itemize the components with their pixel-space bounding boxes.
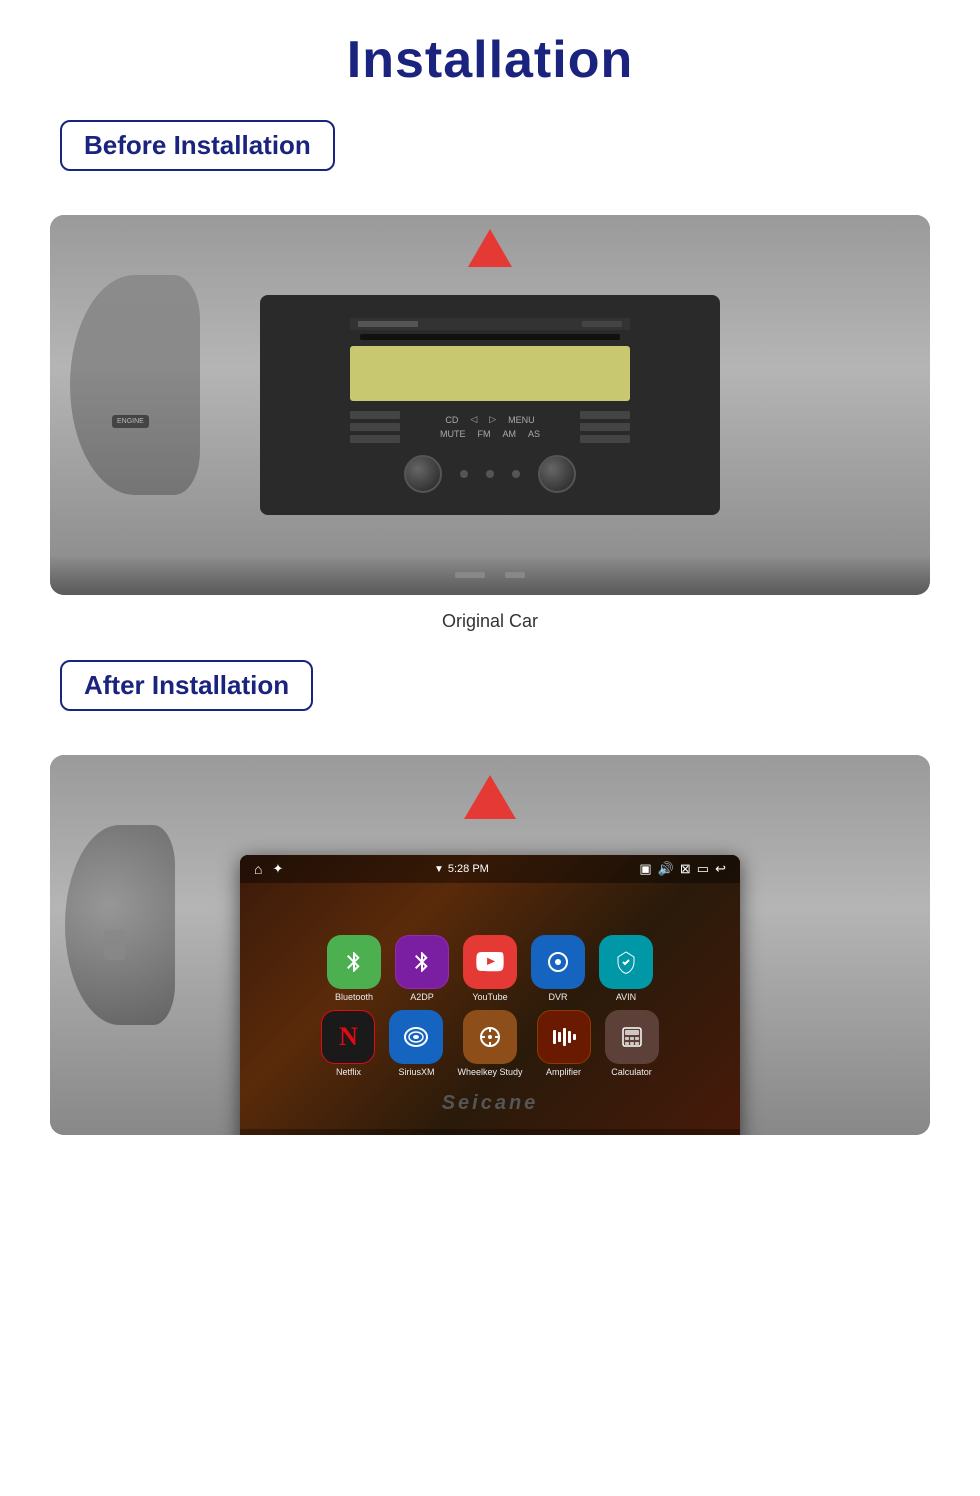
old-radio-unit: CD ◁ ▷ MENU MUTE FM AM AS: [260, 295, 720, 515]
amplifier-icon: [537, 1010, 591, 1064]
amplifier-label: Amplifier: [546, 1067, 581, 1077]
siriusxm-icon: [389, 1010, 443, 1064]
status-icons: ▣ 🔊 ⊠ ▭ ↩: [639, 861, 726, 877]
nav-icon-5[interactable]: RST: [655, 1135, 681, 1136]
bluetooth-label: Bluetooth: [335, 992, 373, 1002]
hazard-triangle-before: [468, 229, 512, 267]
sound-icon: 🔊: [658, 861, 674, 877]
back-icon: ↩: [715, 861, 726, 877]
app-siriusxm[interactable]: SiriusXM: [389, 1010, 443, 1077]
radio-display: [350, 346, 630, 401]
app-netflix[interactable]: N Netflix: [321, 1010, 375, 1077]
app-row-1: Bluetooth A2DP: [327, 935, 653, 1002]
app-bluetooth[interactable]: Bluetooth: [327, 935, 381, 1002]
before-caption: Original Car: [442, 611, 538, 632]
after-installation-badge: After Installation: [60, 660, 313, 711]
engine-badge: ENGINE: [112, 415, 149, 428]
status-time: ▼ 5:28 PM: [434, 863, 489, 875]
siriusxm-label: SiriusXM: [398, 1067, 434, 1077]
ignition-key: [104, 930, 126, 960]
wheelkey-icon: [463, 1010, 517, 1064]
hazard-triangle-after: [464, 775, 516, 819]
home-icon: ⌂: [254, 861, 262, 877]
calculator-icon: [605, 1010, 659, 1064]
nav-icon-3[interactable]: ◈: [475, 1134, 485, 1135]
a2dp-icon: [395, 935, 449, 989]
before-installation-image: ENGINE: [50, 215, 930, 595]
before-badge-text: Before Installation: [84, 130, 311, 161]
youtube-icon: [463, 935, 517, 989]
nav-icon-2[interactable]: ✦: [386, 1134, 397, 1135]
after-badge-text: After Installation: [84, 670, 289, 701]
dvr-icon: [531, 935, 585, 989]
app-avin[interactable]: AVIN: [599, 935, 653, 1002]
youtube-label: YouTube: [472, 992, 507, 1002]
wifi-icon: ✦: [272, 861, 283, 877]
app-row-2: N Netflix: [321, 1010, 658, 1077]
steering-wheel-after: [65, 825, 175, 1025]
before-installation-badge: Before Installation: [60, 120, 335, 171]
avin-icon: [599, 935, 653, 989]
status-bar: ⌂ ✦ ▼ 5:28 PM ▣ 🔊 ⊠ ▭ ↩: [240, 855, 740, 883]
dvr-label: DVR: [548, 992, 567, 1002]
calculator-label: Calculator: [611, 1067, 652, 1077]
page-title: Installation: [347, 30, 633, 90]
netflix-label: Netflix: [336, 1067, 361, 1077]
wheelkey-label: Wheelkey Study: [457, 1067, 522, 1077]
radio-knob-right: [538, 455, 576, 493]
netflix-icon: N: [321, 1010, 375, 1064]
after-installation-image: ⌂ ✦ ▼ 5:28 PM ▣ 🔊 ⊠ ▭ ↩: [50, 755, 930, 1135]
bottom-nav-bar: ≡ ✦ ◈ ❖ RST: [240, 1129, 740, 1135]
battery-icon: ▭: [697, 861, 709, 877]
app-calculator[interactable]: Calculator: [605, 1010, 659, 1077]
a2dp-label: A2DP: [410, 992, 434, 1002]
brand-name: Seicane: [442, 1092, 539, 1115]
app-youtube[interactable]: YouTube: [463, 935, 517, 1002]
radio-knob-left: [404, 455, 442, 493]
nav-icon-4[interactable]: ❖: [564, 1134, 576, 1135]
camera-icon: ▣: [639, 861, 651, 877]
avin-label: AVIN: [616, 992, 636, 1002]
app-amplifier[interactable]: Amplifier: [537, 1010, 591, 1077]
steering-wheel-before: [70, 275, 200, 495]
signal-icon: ⊠: [680, 861, 691, 877]
app-a2dp[interactable]: A2DP: [395, 935, 449, 1002]
nav-icon-1[interactable]: ≡: [299, 1135, 307, 1136]
bluetooth-icon: [327, 935, 381, 989]
app-wheelkey[interactable]: Wheelkey Study: [457, 1010, 522, 1077]
app-dvr[interactable]: DVR: [531, 935, 585, 1002]
